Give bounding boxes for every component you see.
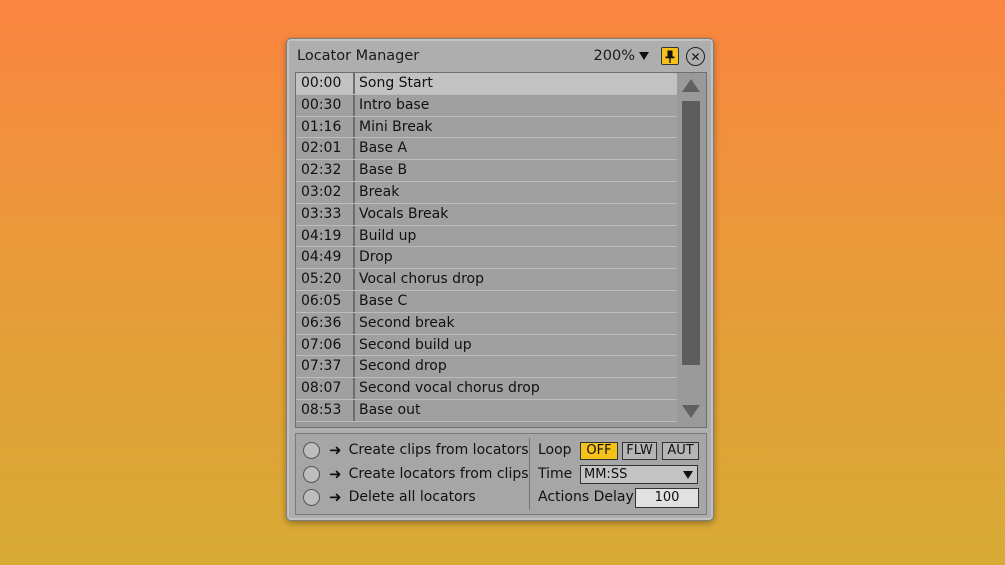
locator-row[interactable]: 00:00 Song Start [296, 73, 677, 95]
arrow-right-icon: ➜ [329, 465, 342, 483]
locator-row[interactable]: 02:32 Base B [296, 160, 677, 182]
locator-list: 00:00 Song Start 00:30 Intro base 01:16 Mini … [295, 72, 707, 428]
arrow-right-icon: ➜ [329, 441, 342, 459]
locator-name: Vocal chorus drop [359, 271, 484, 288]
arrow-right-icon: ➜ [329, 488, 342, 506]
locator-row[interactable]: 06:36 Second break [296, 312, 677, 335]
locator-time: 03:02 [296, 181, 355, 203]
loop-aut-toggle[interactable]: AUT [662, 442, 699, 460]
locator-row[interactable]: 05:20 Vocal chorus drop [296, 269, 677, 291]
locator-time: 03:33 [296, 203, 355, 225]
scroll-down-icon[interactable] [682, 405, 700, 418]
action-label: Create locators from clips [348, 466, 529, 482]
actions-delay-label: Actions Delay [538, 489, 634, 505]
locator-time: 00:00 [296, 73, 355, 94]
action-delete-locators[interactable]: ➜ Delete all locators [303, 487, 476, 507]
locator-time: 07:06 [296, 334, 355, 356]
action-create-locators[interactable]: ➜ Create locators from clips [303, 464, 529, 484]
locator-name: Vocals Break [359, 205, 449, 222]
time-label: Time [538, 466, 573, 482]
scrollbar-track[interactable] [682, 101, 700, 365]
radio-button[interactable] [303, 465, 320, 483]
window-title: Locator Manager [297, 48, 420, 64]
locator-name: Second drop [359, 358, 447, 375]
locator-time: 00:30 [296, 94, 355, 116]
zoom-dropdown[interactable]: 200% [594, 48, 649, 64]
locator-time: 02:32 [296, 160, 355, 181]
locator-row[interactable]: 01:16 Mini Break [296, 116, 677, 139]
action-create-clips[interactable]: ➜ Create clips from locators [303, 440, 529, 460]
radio-button[interactable] [303, 441, 320, 459]
locator-manager-window: Locator Manager 200% ✕ 00:00 Song Start 00… [286, 38, 714, 521]
locator-rows: 00:00 Song Start 00:30 Intro base 01:16 Mini … [296, 73, 677, 422]
locator-time: 07:37 [296, 356, 355, 378]
locator-name: Second build up [359, 336, 472, 353]
scroll-up-icon[interactable] [682, 79, 700, 92]
locator-name: Base B [359, 162, 408, 179]
divider [529, 438, 530, 510]
action-label: Create clips from locators [348, 442, 529, 458]
controls-panel: ➜ Create clips from locators ➜ Create lo… [295, 433, 707, 515]
locator-row[interactable]: 03:02 Break [296, 181, 677, 204]
zoom-value: 200% [593, 48, 635, 64]
locator-name: Second vocal chorus drop [359, 380, 540, 397]
locator-row[interactable]: 07:37 Second drop [296, 356, 677, 379]
locator-time: 08:53 [296, 399, 355, 421]
locator-time: 02:01 [296, 138, 355, 160]
action-label: Delete all locators [348, 489, 476, 505]
locator-name: Build up [359, 227, 417, 244]
time-format-select[interactable]: MM:SS [580, 465, 698, 484]
locator-row[interactable]: 08:53 Base out [296, 399, 677, 422]
time-format-value: MM:SS [584, 467, 628, 482]
loop-off-toggle[interactable]: OFF [580, 442, 618, 460]
title-bar: Locator Manager 200% ✕ [297, 47, 705, 73]
locator-time: 04:19 [296, 225, 355, 247]
locator-row[interactable]: 08:07 Second vocal chorus drop [296, 378, 677, 400]
locator-time: 05:20 [296, 269, 355, 290]
locator-row[interactable]: 00:30 Intro base [296, 94, 677, 117]
locator-row[interactable]: 06:05 Base C [296, 290, 677, 313]
locator-row[interactable]: 03:33 Vocals Break [296, 203, 677, 226]
pin-button[interactable] [661, 47, 679, 65]
locator-time: 06:36 [296, 312, 355, 334]
locator-name: Base out [359, 401, 421, 418]
close-button[interactable]: ✕ [686, 47, 705, 66]
chevron-down-icon [639, 52, 649, 60]
locator-name: Song Start [359, 75, 433, 91]
close-icon: ✕ [690, 49, 701, 64]
locator-time: 08:07 [296, 378, 355, 399]
locator-time: 01:16 [296, 116, 355, 138]
locator-name: Intro base [359, 96, 430, 113]
locator-name: Base C [359, 292, 408, 309]
locator-name: Drop [359, 249, 393, 266]
loop-label: Loop [538, 442, 572, 458]
locator-time: 04:49 [296, 247, 355, 269]
locator-row[interactable]: 07:06 Second build up [296, 334, 677, 357]
pin-icon [665, 50, 675, 63]
locator-name: Break [359, 183, 400, 200]
loop-flw-toggle[interactable]: FLW [622, 442, 657, 460]
actions-delay-input[interactable]: 100 [635, 488, 699, 508]
radio-button[interactable] [303, 488, 320, 506]
locator-row[interactable]: 04:19 Build up [296, 225, 677, 248]
locator-row[interactable]: 04:49 Drop [296, 247, 677, 270]
locator-time: 06:05 [296, 290, 355, 312]
chevron-down-icon [683, 471, 693, 479]
locator-name: Mini Break [359, 118, 433, 135]
locator-row[interactable]: 02:01 Base A [296, 138, 677, 161]
locator-name: Base A [359, 140, 408, 157]
locator-name: Second break [359, 314, 455, 331]
